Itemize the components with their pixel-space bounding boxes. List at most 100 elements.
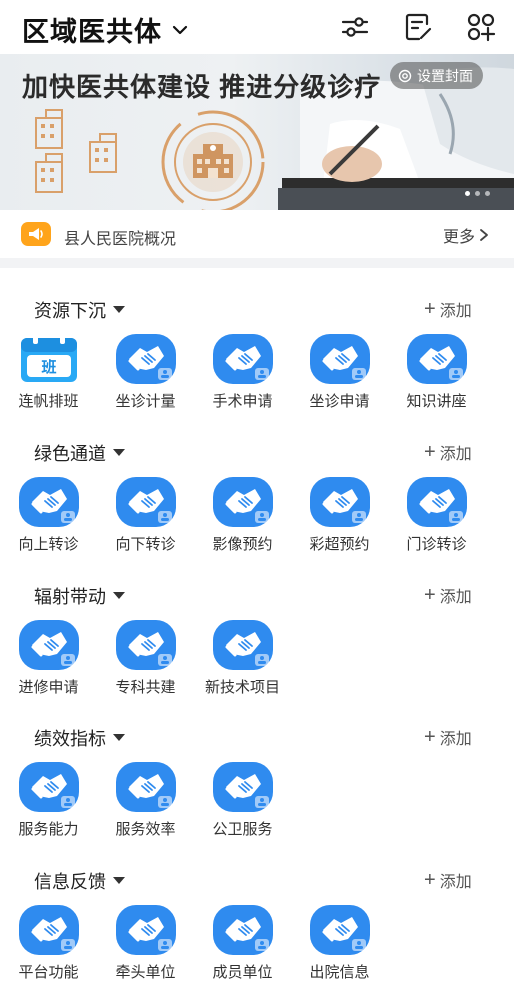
add-button[interactable]: + 添加	[424, 725, 472, 749]
filter-sliders-icon[interactable]	[340, 12, 370, 42]
add-button[interactable]: + 添加	[424, 297, 472, 321]
app-tile[interactable]: 影像预约	[194, 477, 291, 557]
section-3: 辐射带动 + 添加进修申请 专科共建 新技术项目	[0, 583, 514, 713]
carousel-dot[interactable]	[485, 191, 490, 196]
app-label: 坐诊申请	[309, 393, 370, 410]
add-button[interactable]: + 添加	[424, 440, 472, 464]
handshake-icon	[19, 905, 79, 955]
handshake-icon	[310, 477, 370, 527]
section-header[interactable]: 绩效指标	[34, 725, 125, 751]
chevron-down-icon	[172, 25, 188, 34]
app-tile[interactable]: 公卫服务	[194, 762, 291, 842]
set-cover-label: 设置封面	[417, 67, 473, 84]
cover-banner[interactable]: 加快医共体建设 推进分级诊疗 设置封面	[0, 54, 514, 210]
handshake-icon	[19, 620, 79, 670]
more-link[interactable]: 更多	[443, 223, 489, 247]
section-header[interactable]: 辐射带动	[34, 583, 125, 609]
app-tile[interactable]: 出院信息	[291, 905, 388, 985]
plus-icon: +	[424, 441, 436, 463]
section-title: 辐射带动	[34, 587, 106, 607]
caret-down-icon	[113, 306, 125, 313]
caret-down-icon	[113, 592, 125, 599]
app-tile[interactable]: 班连帆排班	[0, 334, 97, 414]
app-label: 服务效率	[115, 821, 176, 838]
app-tile[interactable]: 坐诊计量	[97, 334, 194, 414]
notice-bar[interactable]: 县人民医院概况 更多	[0, 210, 514, 258]
handshake-icon	[19, 477, 79, 527]
app-tile[interactable]: 服务能力	[0, 762, 97, 842]
title-dropdown[interactable]: 区域医共体	[22, 10, 190, 49]
app-label: 向下转诊	[115, 536, 176, 553]
edit-list-icon[interactable]	[403, 12, 433, 42]
section-1: 资源下沉 + 添加班连帆排班 坐诊计量 手术申请 坐诊申请 知识讲座	[0, 297, 514, 427]
app-tile[interactable]: 进修申请	[0, 620, 97, 700]
app-tile[interactable]: 新技术项目	[194, 620, 291, 700]
app-tile[interactable]: 服务效率	[97, 762, 194, 842]
caret-down-icon	[113, 877, 125, 884]
app-tile[interactable]: 知识讲座	[388, 334, 485, 414]
section-header[interactable]: 信息反馈	[34, 868, 125, 894]
handshake-icon	[213, 905, 273, 955]
chevron-right-icon	[480, 229, 488, 241]
add-button[interactable]: + 添加	[424, 583, 472, 607]
add-apps-icon[interactable]	[466, 12, 496, 42]
caret-down-icon	[113, 449, 125, 456]
section-header[interactable]: 资源下沉	[34, 297, 125, 323]
app-tile[interactable]: 彩超预约	[291, 477, 388, 557]
handshake-icon	[213, 620, 273, 670]
app-label: 连帆排班	[18, 393, 79, 410]
section-4: 绩效指标 + 添加服务能力 服务效率 公卫服务	[0, 725, 514, 855]
schedule-calendar-icon: 班	[19, 334, 79, 384]
plus-icon: +	[424, 869, 436, 891]
section-divider	[0, 258, 514, 268]
handshake-icon	[310, 334, 370, 384]
section-5: 信息反馈 + 添加平台功能 牵头单位 成员单位 出院信息	[0, 868, 514, 998]
handshake-icon	[116, 334, 176, 384]
banner-headline: 加快医共体建设 推进分级诊疗	[22, 72, 382, 102]
handshake-icon	[407, 334, 467, 384]
carousel-indicator	[465, 191, 490, 196]
app-label: 进修申请	[18, 679, 79, 696]
app-tile[interactable]: 平台功能	[0, 905, 97, 985]
megaphone-icon	[21, 222, 51, 246]
app-header: 区域医共体	[0, 0, 514, 54]
app-label: 平台功能	[18, 964, 79, 981]
eye-icon	[398, 69, 412, 82]
handshake-icon	[213, 477, 273, 527]
app-tile[interactable]: 专科共建	[97, 620, 194, 700]
handshake-icon	[116, 620, 176, 670]
section-2: 绿色通道 + 添加向上转诊 向下转诊 影像预约 彩超预约 门诊转诊	[0, 440, 514, 570]
section-header[interactable]: 绿色通道	[34, 440, 125, 466]
add-label: 添加	[439, 446, 472, 463]
app-label: 坐诊计量	[115, 393, 176, 410]
app-tile[interactable]: 坐诊申请	[291, 334, 388, 414]
add-label: 添加	[439, 874, 472, 891]
set-cover-button[interactable]: 设置封面	[390, 62, 483, 89]
plus-icon: +	[424, 584, 436, 606]
app-tile[interactable]: 手术申请	[194, 334, 291, 414]
app-tile[interactable]: 向下转诊	[97, 477, 194, 557]
app-label: 服务能力	[18, 821, 79, 838]
section-title: 信息反馈	[34, 872, 106, 892]
app-tile[interactable]: 向上转诊	[0, 477, 97, 557]
app-label: 手术申请	[212, 393, 273, 410]
app-label: 门诊转诊	[406, 536, 467, 553]
plus-icon: +	[424, 726, 436, 748]
notice-text[interactable]: 县人民医院概况	[64, 225, 176, 249]
page-title: 区域医共体	[22, 17, 162, 47]
more-label: 更多	[443, 229, 476, 246]
carousel-dot[interactable]	[475, 191, 480, 196]
add-button[interactable]: + 添加	[424, 868, 472, 892]
section-title: 绩效指标	[34, 729, 106, 749]
app-label: 专科共建	[115, 679, 176, 696]
app-tile[interactable]: 成员单位	[194, 905, 291, 985]
app-tile[interactable]: 牵头单位	[97, 905, 194, 985]
handshake-icon	[213, 334, 273, 384]
carousel-dot[interactable]	[465, 191, 470, 196]
handshake-icon	[116, 905, 176, 955]
app-label: 知识讲座	[406, 393, 467, 410]
app-tile[interactable]: 门诊转诊	[388, 477, 485, 557]
add-label: 添加	[439, 731, 472, 748]
handshake-icon	[407, 477, 467, 527]
handshake-icon	[116, 762, 176, 812]
